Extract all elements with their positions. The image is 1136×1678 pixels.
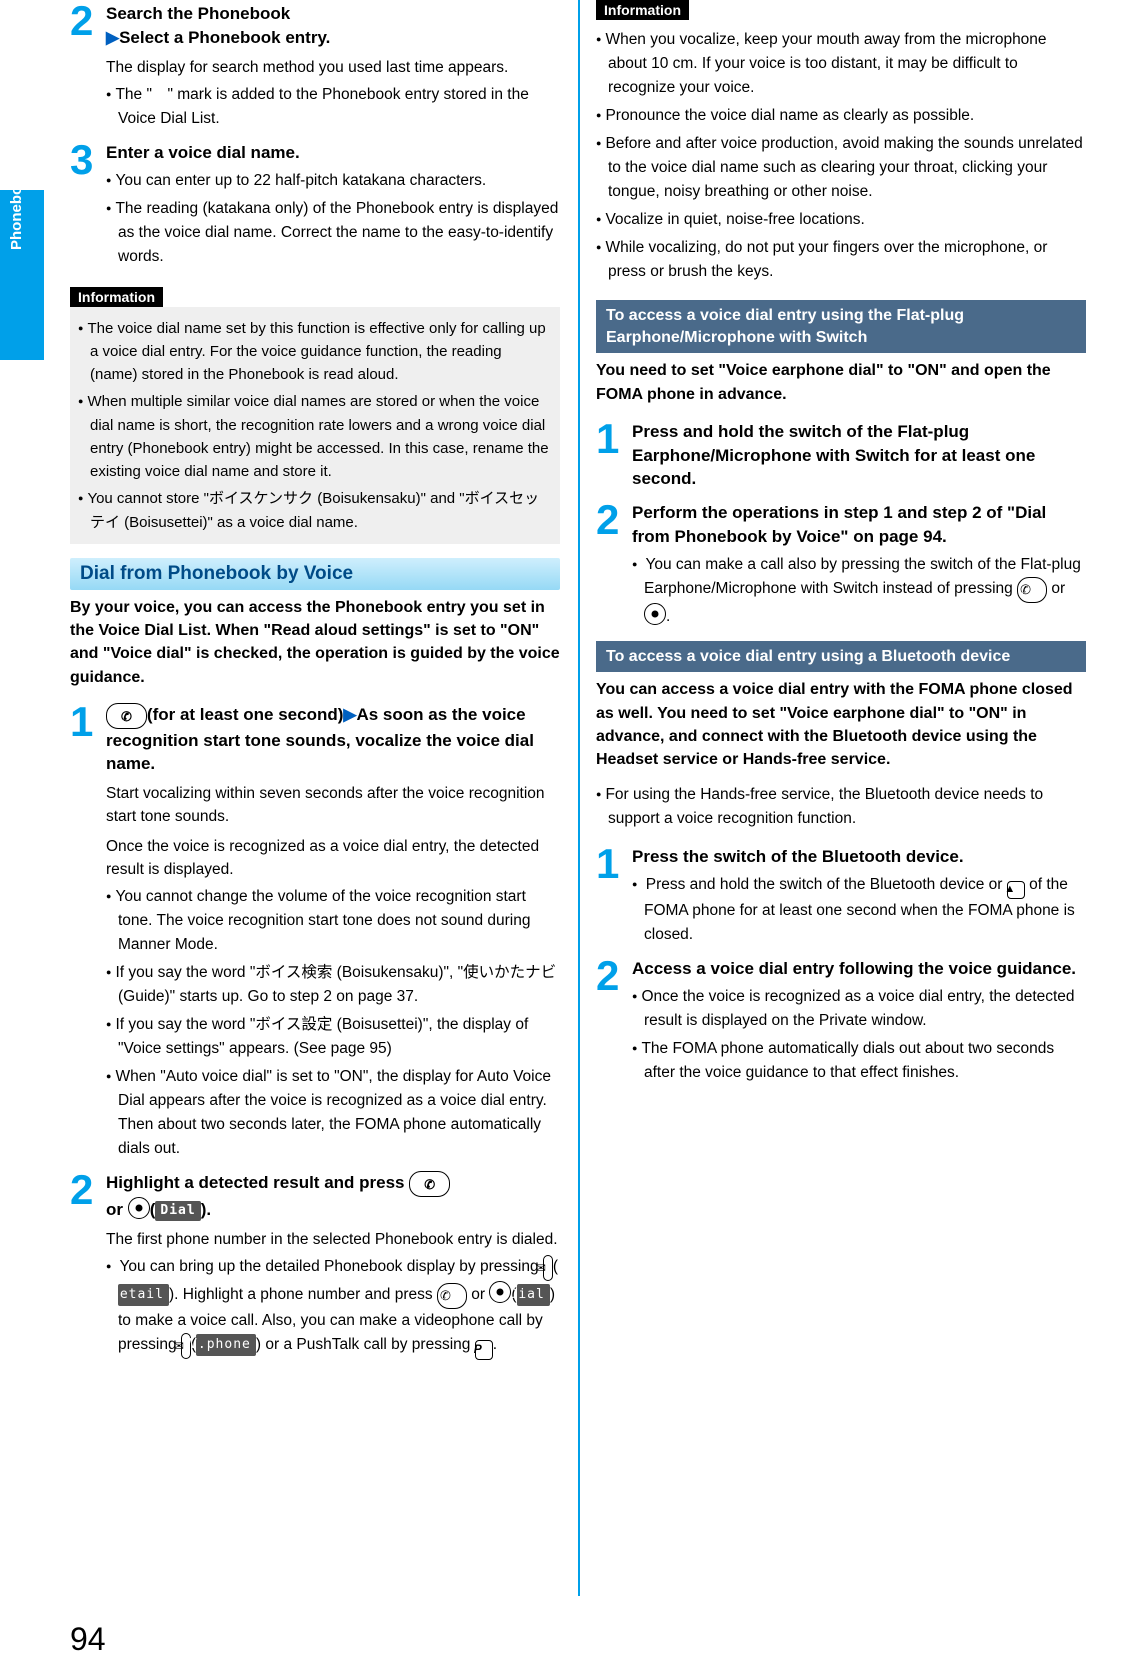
step-number: 3 xyxy=(70,139,106,269)
center-key-icon xyxy=(644,603,666,625)
flatplug-step-2: 2 Perform the operations in step 1 and s… xyxy=(596,499,1086,629)
step-number: 1 xyxy=(596,418,632,491)
softkey-vphone: V.phone xyxy=(196,1334,256,1356)
right-column: Information When you vocalize, keep your… xyxy=(596,0,1086,1368)
bullet: The FOMA phone automatically dials out a… xyxy=(632,1037,1086,1085)
step-2: 2 Search the Phonebook ▶Select a Phonebo… xyxy=(70,0,560,131)
step-desc: The first phone number in the selected P… xyxy=(106,1228,560,1251)
bullet: If you say the word "ボイス設定 (Boisusettei)… xyxy=(106,1013,560,1061)
dial-key-icon xyxy=(106,703,147,729)
bullet: You cannot change the volume of the voic… xyxy=(106,885,560,957)
information-label: Information xyxy=(70,287,163,307)
step-number: 2 xyxy=(70,0,106,131)
sub-intro: You can access a voice dial entry with t… xyxy=(596,678,1086,771)
information-box: The voice dial name set by this function… xyxy=(70,307,560,544)
flatplug-step-1: 1 Press and hold the switch of the Flat-… xyxy=(596,418,1086,491)
step-3: 3 Enter a voice dial name. You can enter… xyxy=(70,139,560,269)
bullet: If you say the word "ボイス検索 (Boisukensaku… xyxy=(106,961,560,1009)
bullet: Once the voice is recognized as a voice … xyxy=(632,985,1086,1033)
step-number: 1 xyxy=(596,843,632,947)
sub-intro: You need to set "Voice earphone dial" to… xyxy=(596,359,1086,405)
bullet: The voice dial name set by this function… xyxy=(78,317,552,387)
step-number: 2 xyxy=(70,1169,106,1360)
bullet: The reading (katakana only) of the Phone… xyxy=(106,197,560,269)
center-key-icon xyxy=(489,1281,511,1303)
step-number: 2 xyxy=(596,499,632,629)
step-title: Enter a voice dial name. xyxy=(106,141,560,165)
softkey-detail: Detail xyxy=(118,1284,169,1306)
step-title: Press the switch of the Bluetooth device… xyxy=(632,845,1086,869)
column-divider xyxy=(578,0,580,1596)
bullet: You can enter up to 22 half-pitch kataka… xyxy=(106,169,560,193)
arrow-icon: ▶ xyxy=(343,705,356,724)
step-title: Access a voice dial entry following the … xyxy=(632,957,1086,981)
dial-key-icon xyxy=(1017,577,1047,603)
bullet: While vocalizing, do not put your finger… xyxy=(596,236,1086,284)
bt-step-1: 1 Press the switch of the Bluetooth devi… xyxy=(596,843,1086,947)
left-column: 2 Search the Phonebook ▶Select a Phonebo… xyxy=(70,0,560,1368)
bullet: You cannot store "ボイスケンサク (Boisukensaku)… xyxy=(78,487,552,534)
side-tab-label: Phonebook xyxy=(8,168,25,250)
bullet: For using the Hands-free service, the Bl… xyxy=(596,783,1086,831)
step-title: Press and hold the switch of the Flat-pl… xyxy=(632,420,1086,491)
section-intro: By your voice, you can access the Phoneb… xyxy=(70,596,560,689)
step-title: Highlight a detected result and press or… xyxy=(106,1171,560,1222)
bullet: Before and after voice production, avoid… xyxy=(596,132,1086,204)
pushtalk-key-icon xyxy=(475,1340,493,1360)
voice-step-1: 1 (for at least one second)▶As soon as t… xyxy=(70,701,560,1162)
information-label: Information xyxy=(596,0,689,20)
bullet: The " " mark is added to the Phonebook e… xyxy=(106,83,560,131)
softkey-dial: Dial xyxy=(517,1284,550,1306)
step-number: 2 xyxy=(596,955,632,1085)
voice-step-2: 2 Highlight a detected result and press … xyxy=(70,1169,560,1360)
sub-heading: To access a voice dial entry using the F… xyxy=(596,300,1086,353)
dial-key-icon xyxy=(437,1283,467,1309)
step-title: (for at least one second)▶As soon as the… xyxy=(106,703,560,776)
bullet: Pronounce the voice dial name as clearly… xyxy=(596,104,1086,128)
center-key-icon xyxy=(128,1197,150,1219)
step-desc: The display for search method you used l… xyxy=(106,56,560,79)
sub-heading: To access a voice dial entry using a Blu… xyxy=(596,641,1086,673)
section-heading: Dial from Phonebook by Voice xyxy=(70,558,560,590)
bt-step-2: 2 Access a voice dial entry following th… xyxy=(596,955,1086,1085)
step-title: Search the Phonebook ▶Select a Phonebook… xyxy=(106,2,560,50)
step-desc: Once the voice is recognized as a voice … xyxy=(106,835,560,882)
mail-key-icon xyxy=(543,1255,553,1281)
page-number: 94 xyxy=(70,1621,106,1658)
softkey-dial: Dial xyxy=(155,1201,200,1221)
bullet: When "Auto voice dial" is set to "ON", t… xyxy=(106,1065,560,1161)
bullet: You can bring up the detailed Phonebook … xyxy=(106,1255,560,1360)
bullet: When multiple similar voice dial names a… xyxy=(78,390,552,483)
step-title: Perform the operations in step 1 and ste… xyxy=(632,501,1086,549)
bullet: Vocalize in quiet, noise-free locations. xyxy=(596,208,1086,232)
arrow-icon: ▶ xyxy=(106,28,119,47)
step-number: 1 xyxy=(70,701,106,1162)
bullet: When you vocalize, keep your mouth away … xyxy=(596,28,1086,100)
bullet: You can make a call also by pressing the… xyxy=(632,553,1086,629)
dial-key-icon xyxy=(409,1171,450,1197)
bullet: Press and hold the switch of the Bluetoo… xyxy=(632,873,1086,947)
information-body: When you vocalize, keep your mouth away … xyxy=(596,20,1086,288)
step-desc: Start vocalizing within seven seconds af… xyxy=(106,782,560,829)
up-key-icon xyxy=(1007,881,1025,899)
